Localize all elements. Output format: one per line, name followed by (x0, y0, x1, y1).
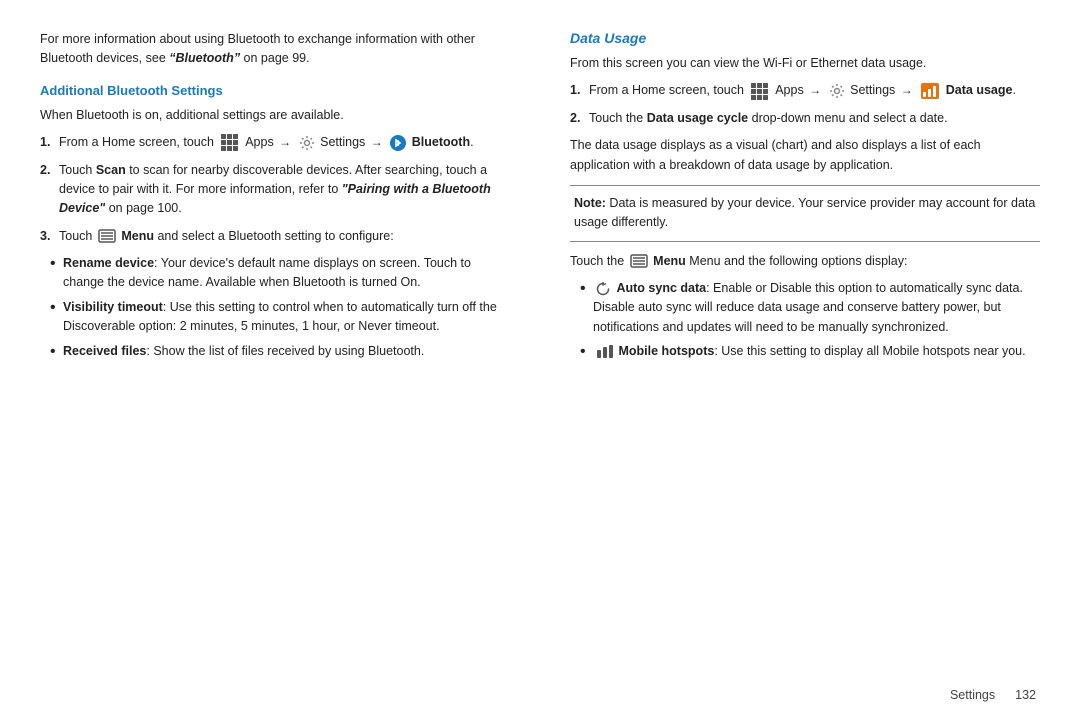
hotspot-icon (595, 344, 613, 360)
page: For more information about using Bluetoo… (0, 0, 1080, 720)
bullet-hotspot: • Mobile hotspots: Use this setting to d… (580, 342, 1040, 361)
apps-grid-icon-right (749, 83, 770, 100)
bullet-visibility: • Visibility timeout: Use this setting t… (50, 298, 510, 337)
menu-section-2: Menu and the following options display: (686, 254, 908, 268)
menu-icon-left (98, 229, 116, 243)
step-3-content: Touch Menu and select a Bluetooth settin… (59, 227, 510, 246)
touch-the-label: Touch the (570, 254, 628, 268)
bullet-dot-3: • (50, 342, 58, 361)
pairing-ref: "Pairing with a Bluetooth Device" (59, 182, 491, 215)
visibility-label: Visibility timeout (63, 300, 163, 314)
bluetooth-subtext: When Bluetooth is on, additional setting… (40, 106, 510, 125)
data-usage-label: Data usage (946, 83, 1013, 97)
settings-icon-1 (299, 135, 315, 151)
menu-label-right: Menu (653, 254, 686, 268)
note-text: Data is measured by your device. Your se… (574, 196, 1035, 229)
bluetooth-icon-1 (390, 135, 406, 151)
left-column: For more information about using Bluetoo… (40, 30, 530, 690)
data-usage-heading: Data Usage (570, 30, 1040, 46)
step-num-2: 2. (40, 161, 54, 219)
arrow-right-2: → (901, 83, 913, 97)
step-num-1: 1. (40, 133, 54, 152)
bullet-received-text: Received files: Show the list of files r… (63, 342, 510, 361)
scan-label: Scan (96, 163, 126, 177)
data-usage-bullets: • Auto sync data: Enable or Disable this… (580, 279, 1040, 362)
footer-settings-label: Settings (950, 688, 995, 702)
data-usage-icon (920, 82, 940, 100)
apps-label-right: Apps (775, 83, 807, 97)
data-usage-extra: The data usage displays as a visual (cha… (570, 136, 1040, 175)
data-usage-step-2: 2. Touch the Data usage cycle drop-down … (570, 109, 1040, 128)
bullet-hotspot-text: Mobile hotspots: Use this setting to dis… (593, 342, 1040, 361)
bullet-dot-r2: • (580, 342, 588, 361)
bullet-dot-2: • (50, 298, 58, 337)
apps-grid (221, 134, 238, 151)
bullet-rename: • Rename device: Your device's default n… (50, 254, 510, 293)
bullet-received: • Received files: Show the list of files… (50, 342, 510, 361)
additional-bluetooth-heading: Additional Bluetooth Settings (40, 83, 510, 98)
sync-icon (595, 281, 611, 297)
step-2-content: Touch Scan to scan for nearby discoverab… (59, 161, 510, 219)
note-box: Note: Data is measured by your device. Y… (570, 185, 1040, 242)
settings-icon-right (829, 83, 845, 99)
received-label: Received files (63, 344, 146, 358)
intro-italic: “Bluetooth” (169, 51, 240, 65)
note-label: Note: (574, 196, 606, 210)
bullet-autosync-text: Auto sync data: Enable or Disable this o… (593, 279, 1040, 337)
data-usage-step-1: 1. From a Home screen, touch Apps → Set (570, 81, 1040, 100)
bluetooth-bullets: • Rename device: Your device's default n… (50, 254, 510, 361)
footer-page-num: 132 (1015, 688, 1036, 702)
du-step-2-content: Touch the Data usage cycle drop-down men… (589, 109, 1040, 128)
apps-grid-2 (751, 83, 768, 100)
data-usage-cycle-label: Data usage cycle (647, 111, 748, 125)
autosync-label: Auto sync data (616, 281, 706, 295)
intro-text-2: on page 99. (240, 51, 310, 65)
menu-label-left: Menu (121, 229, 154, 243)
bullet-dot-r1: • (580, 279, 588, 337)
data-usage-intro: From this screen you can view the Wi-Fi … (570, 54, 1040, 73)
du-step-1-content: From a Home screen, touch Apps → Setting… (589, 81, 1040, 100)
bullet-dot-1: • (50, 254, 58, 293)
menu-icon-right (630, 254, 648, 268)
bluetooth-step-2: 2. Touch Scan to scan for nearby discove… (40, 161, 510, 219)
du-step-num-2: 2. (570, 109, 584, 128)
apps-grid-icon (219, 134, 240, 151)
apps-label: Apps (245, 135, 277, 149)
bluetooth-step-3: 3. Touch Menu and select a Bluetooth set… (40, 227, 510, 246)
bullet-visibility-text: Visibility timeout: Use this setting to … (63, 298, 510, 337)
settings-label-1: Settings (320, 135, 365, 149)
footer: Settings 132 (950, 688, 1036, 702)
arrow-1: → (279, 135, 291, 149)
bluetooth-step-1: 1. From a Home screen, touch Apps → Set (40, 133, 510, 152)
bullet-rename-text: Rename device: Your device's default nam… (63, 254, 510, 293)
arrow-right-1: → (809, 83, 821, 97)
arrow-2: → (371, 135, 383, 149)
du-step-num-1: 1. (570, 81, 584, 100)
settings-label-right: Settings (850, 83, 895, 97)
intro-paragraph: For more information about using Bluetoo… (40, 30, 510, 69)
bluetooth-label: Bluetooth (412, 135, 470, 149)
hotspot-label: Mobile hotspots (618, 344, 714, 358)
bullet-autosync: • Auto sync data: Enable or Disable this… (580, 279, 1040, 337)
right-column: Data Usage From this screen you can view… (560, 30, 1040, 690)
step-1-content: From a Home screen, touch Apps → Setting… (59, 133, 510, 152)
menu-section-text: Touch the Menu Menu and the following op… (570, 252, 1040, 271)
step-num-3: 3. (40, 227, 54, 246)
rename-label: Rename device (63, 256, 154, 270)
